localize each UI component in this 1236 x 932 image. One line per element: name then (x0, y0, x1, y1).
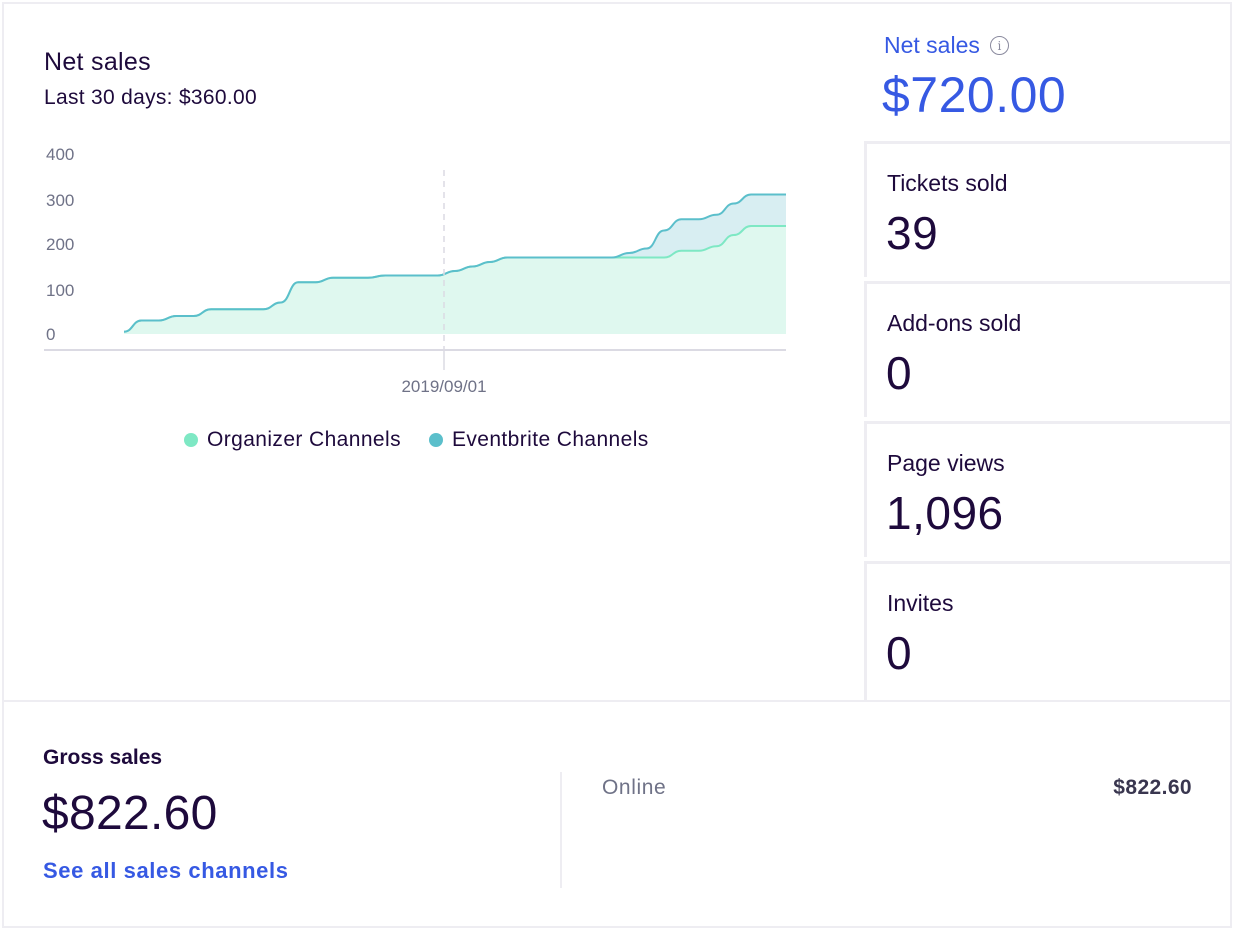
x-tick-label: 2019/09/01 (401, 377, 486, 396)
net-sales-summary: Net sales i $720.00 (866, 4, 1232, 140)
y-tick-label: 400 (46, 145, 74, 164)
chart-legend: Organizer Channels Eventbrite Channels (184, 428, 649, 452)
stat-page-views: Page views 1,096 (864, 421, 1232, 557)
stat-value: 1,096 (886, 487, 1004, 539)
stat-tickets-sold: Tickets sold 39 (864, 141, 1232, 277)
y-tick-label: 300 (46, 191, 74, 210)
net-sales-chart-panel: Net sales Last 30 days: $360.00 400 300 20… (4, 4, 864, 700)
stat-label: Tickets sold (887, 170, 1008, 196)
stat-label: Add-ons sold (887, 310, 1022, 336)
y-tick-label: 0 (46, 325, 55, 344)
stat-value: 0 (886, 627, 913, 679)
net-sales-label-row: Net sales i (884, 32, 1009, 59)
stat-value: 39 (886, 207, 939, 259)
channel-online-value: $822.60 (1113, 776, 1192, 799)
net-sales-label: Net sales (884, 32, 980, 58)
gross-sales-value: $822.60 (42, 787, 218, 840)
stat-label: Page views (887, 450, 1005, 476)
net-sales-chart[interactable]: 400 300 200 100 0 2019/09/01 (4, 4, 864, 424)
y-tick-label: 100 (46, 281, 74, 300)
stat-invites: Invites 0 (864, 561, 1232, 700)
eventbrite-dot-icon (428, 433, 443, 447)
see-all-sales-channels-link[interactable]: See all sales channels (43, 858, 289, 884)
channel-online-label: Online (602, 776, 667, 799)
stat-label: Invites (887, 590, 954, 616)
legend-label-organizer: Organizer Channels (207, 428, 401, 451)
legend-label-eventbrite: Eventbrite Channels (451, 428, 649, 451)
stat-addons-sold: Add-ons sold 0 (864, 281, 1232, 417)
legend-item-eventbrite[interactable]: Eventbrite Channels (428, 428, 649, 452)
legend-item-organizer[interactable]: Organizer Channels (184, 428, 401, 452)
gross-sales-label: Gross sales (43, 746, 163, 769)
organizer-dot-icon (184, 433, 198, 447)
net-sales-value: $720.00 (882, 67, 1067, 123)
y-tick-label: 200 (46, 235, 74, 254)
divider (560, 772, 562, 888)
stat-value: 0 (886, 347, 913, 399)
gross-sales-section: Gross sales $822.60 See all sales channe… (4, 700, 1232, 928)
info-icon[interactable]: i (989, 36, 1009, 55)
